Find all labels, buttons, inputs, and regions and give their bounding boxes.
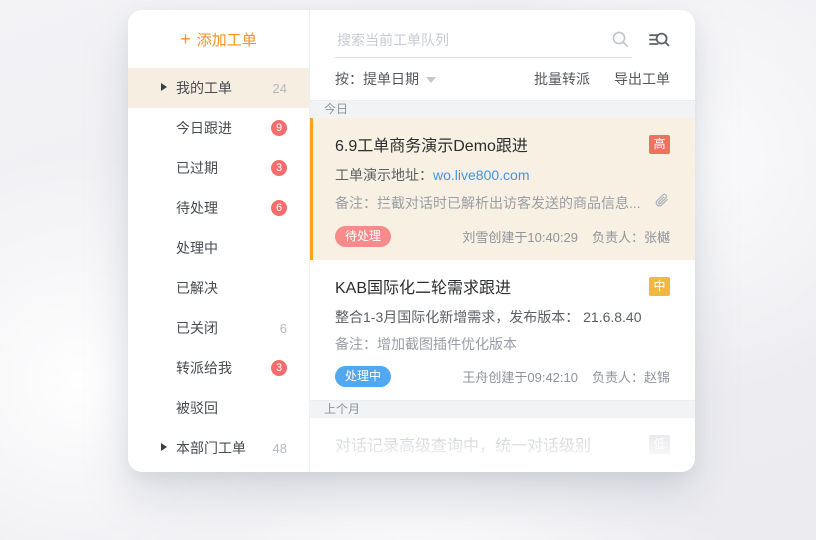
sidebar-item-label: 已关闭 [176, 320, 218, 336]
add-ticket-button[interactable]: + 添加工单 [128, 10, 309, 68]
priority-badge: 中 [649, 276, 670, 296]
expand-arrow-icon [161, 83, 167, 91]
sort-by-dropdown[interactable]: 按：提单日期 [335, 69, 436, 89]
sidebar-item-label: 处理中 [176, 240, 218, 256]
sidebar-item-label: 本部门工单 [176, 440, 246, 456]
status-badge: 待处理 [335, 226, 392, 247]
sidebar-item[interactable]: 本部门工单 48 [128, 428, 309, 468]
ticket-meta: 刘雪创建于10:40:29 负责人：张樾 [391, 227, 670, 246]
sidebar-item-label: 今日跟进 [176, 120, 232, 136]
ticket-list: 今日 6.9工单商务演示Demo跟进 高工单演示地址： wo.live800.com 备… [310, 100, 695, 472]
ticket-card[interactable]: 对话记录高级查询中，统一对话级别 低工单问题反馈中工单已解决工单问题工单工单问 [310, 418, 695, 472]
ticket-card[interactable]: KAB国际化二轮需求跟进 中整合1-3月国际化新增需求，发布版本： 21.6.8.… [310, 260, 695, 400]
ticket-list-pane: 按：提单日期 批量转派 导出工单 今日 6.9工单商务演示Demo跟进 高工单演示地… [310, 10, 695, 472]
sidebar-item[interactable]: 已解决 [128, 268, 309, 308]
sidebar-item[interactable]: 待处理 6 [128, 188, 309, 228]
sidebar-item[interactable]: 今日跟进 9 [128, 108, 309, 148]
item-count: 48 [272, 440, 287, 456]
sidebar-item-label: 被驳回 [176, 400, 218, 416]
created-by-text: 王舟创建于09:42:10 [462, 370, 578, 385]
status-badge: 处理中 [335, 366, 392, 387]
search-field [335, 24, 632, 58]
unread-count-badge: 9 [271, 120, 287, 136]
expand-arrow-icon [161, 443, 167, 451]
sidebar-item[interactable]: 我的工单 24 [128, 68, 309, 108]
export-tickets-button[interactable]: 导出工单 [614, 69, 670, 89]
ticket-meta: 王舟创建于09:42:10 负责人：赵锦 [391, 367, 670, 386]
item-count: 24 [272, 80, 287, 96]
search-input[interactable] [337, 31, 611, 48]
section-header: 今日 [310, 100, 695, 118]
priority-badge: 低 [649, 434, 670, 454]
owner-text: 负责人：张樾 [591, 230, 670, 245]
plus-icon: + [180, 28, 191, 49]
sidebar-item[interactable]: 处理中 [128, 228, 309, 268]
sidebar-item[interactable]: 已过期 3 [128, 148, 309, 188]
paperclip-icon [654, 192, 670, 214]
chevron-down-icon [426, 77, 436, 83]
sidebar-item[interactable]: 转派给我 3 [128, 348, 309, 388]
section-header: 上个月 [310, 400, 695, 418]
sidebar-item-label: 已过期 [176, 160, 218, 176]
ticket-title: KAB国际化二轮需求跟进 [335, 280, 512, 297]
ticket-note: 备注：增加截图插件优化版本 [335, 336, 517, 352]
ticket-card[interactable]: 6.9工单商务演示Demo跟进 高工单演示地址： wo.live800.com 备注：… [310, 118, 695, 260]
created-by-text: 刘雪创建于10:40:29 [462, 230, 578, 245]
unread-count-badge: 3 [271, 360, 287, 376]
search-row [310, 10, 695, 58]
ticket-description: 工单问题反馈中工单已解决工单问题工单工单问 [335, 465, 670, 472]
ticket-note: 备注：拦截对话时已解析出访客发送的商品信息... [335, 195, 641, 211]
sidebar-item-label: 转派给我 [176, 360, 232, 376]
sidebar-item[interactable]: 被驳回 [128, 388, 309, 428]
list-toolbar: 按：提单日期 批量转派 导出工单 [310, 58, 695, 100]
toolbar-actions: 批量转派 导出工单 [534, 69, 670, 89]
advanced-search-icon[interactable] [648, 30, 670, 50]
ticket-demo-link[interactable]: wo.live800.com [433, 167, 530, 183]
owner-text: 负责人：赵锦 [591, 370, 670, 385]
ticket-app-window: + 添加工单 我的工单 24 今日跟进 9 已过期 3 待处理 6 处理中 已解决 已关闭 6 转派给我… [128, 10, 695, 472]
add-ticket-label: 添加工单 [196, 31, 257, 49]
sidebar-item-label: 我的工单 [176, 80, 232, 96]
priority-badge: 高 [649, 134, 670, 154]
batch-transfer-button[interactable]: 批量转派 [534, 69, 590, 89]
unread-count-badge: 3 [271, 160, 287, 176]
search-icon[interactable] [611, 30, 630, 49]
ticket-field-label: 工单演示地址： [335, 167, 433, 183]
sidebar-item[interactable]: 已关闭 6 [128, 308, 309, 348]
item-count: 6 [279, 320, 287, 336]
unread-count-badge: 6 [271, 200, 287, 216]
sidebar-item-label: 待处理 [176, 200, 218, 216]
sidebar-item-label: 已解决 [176, 280, 218, 296]
sidebar-item-list: 我的工单 24 今日跟进 9 已过期 3 待处理 6 处理中已解决已关闭 6 转派给我 3 被驳回本部门… [128, 68, 309, 468]
ticket-queues-sidebar: + 添加工单 我的工单 24 今日跟进 9 已过期 3 待处理 6 处理中已解决已关闭 6 转派给我… [128, 10, 310, 472]
ticket-description: 整合1-3月国际化新增需求，发布版本： 21.6.8.40 [335, 309, 642, 325]
ticket-title: 6.9工单商务演示Demo跟进 [335, 138, 528, 155]
ticket-title: 对话记录高级查询中，统一对话级别 [335, 438, 592, 455]
sort-by-label: 按：提单日期 [335, 71, 419, 87]
